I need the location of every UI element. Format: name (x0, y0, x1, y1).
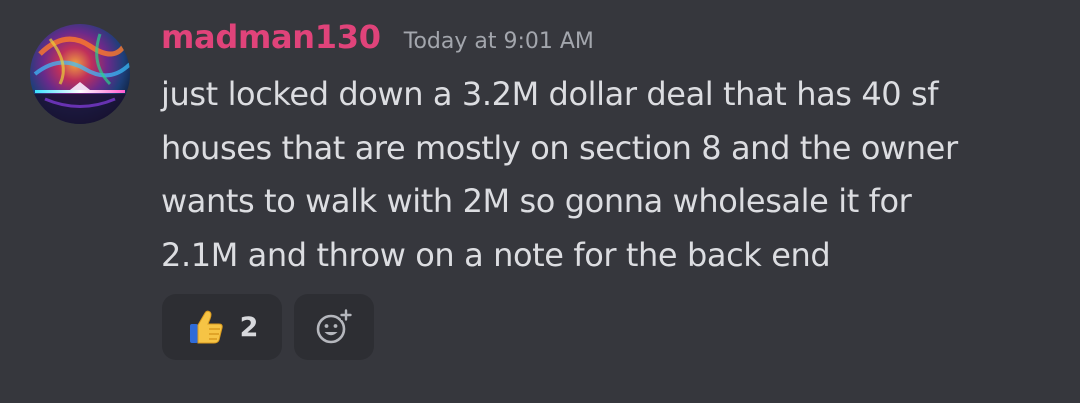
reaction-count: 2 (239, 311, 259, 343)
username[interactable]: madman130 (161, 18, 381, 56)
add-reaction-icon (316, 309, 352, 344)
reactions-bar: 2 (162, 294, 374, 360)
avatar[interactable] (30, 24, 130, 124)
message-line: just locked down a 3.2M dollar deal that… (161, 75, 939, 113)
reaction-thumbs-up[interactable]: 2 (162, 294, 282, 360)
message-header: madman130 Today at 9:01 AM (161, 18, 594, 62)
message-line: 2.1M and throw on a note for the back en… (161, 235, 831, 274)
message-line: houses that are mostly on section 8 and … (161, 128, 958, 167)
timestamp: Today at 9:01 AM (403, 29, 594, 54)
message-line: wants to walk with 2M so gonna wholesale… (161, 182, 912, 220)
message-content: just locked down a 3.2M dollar deal that… (161, 68, 1061, 282)
avatar-image (30, 24, 130, 124)
add-reaction-button[interactable] (294, 294, 374, 360)
thumbs-up-icon (189, 310, 223, 344)
chat-message: madman130 Today at 9:01 AM just locked d… (0, 0, 1080, 403)
